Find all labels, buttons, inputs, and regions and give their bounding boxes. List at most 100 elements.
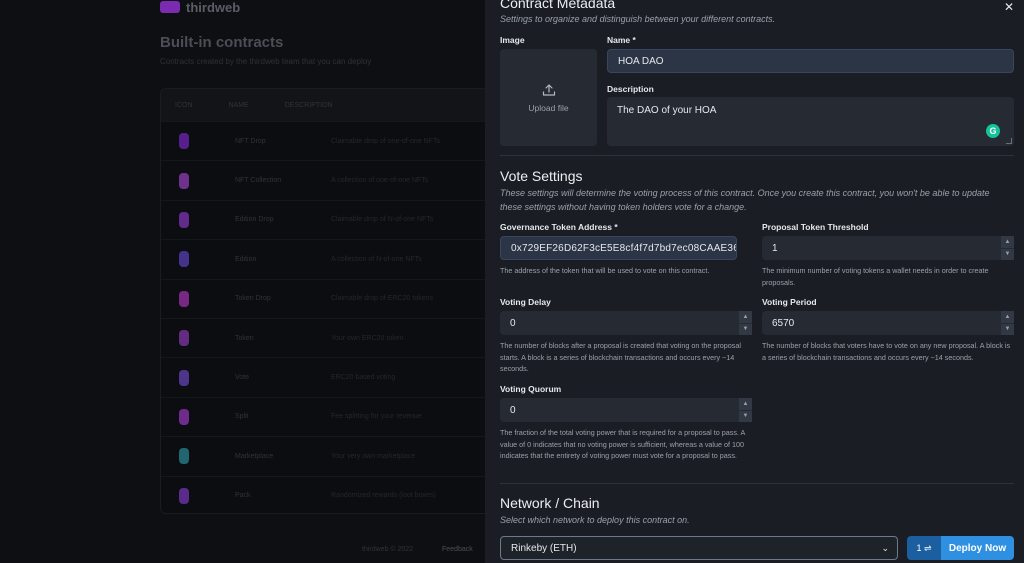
voting-quorum-label: Voting Quorum (500, 384, 562, 394)
footer-copyright: thirdweb © 2022 (362, 546, 414, 553)
metadata-title: Contract Metadata (500, 0, 616, 11)
voting-period-label: Voting Period (762, 297, 817, 307)
decrement-icon[interactable]: ▼ (738, 410, 752, 422)
contract-name: Edition (235, 255, 257, 263)
metadata-description: Settings to organize and distinguish bet… (500, 14, 776, 24)
upload-icon (542, 83, 555, 96)
contract-icon (179, 408, 189, 425)
voting-period-input[interactable]: 6570 ▲ ▼ (762, 311, 1014, 335)
deploy-drawer: ✕ Contract Metadata Settings to organize… (485, 0, 1024, 563)
governance-token-help: The address of the token that will be us… (500, 266, 710, 275)
grammarly-icon[interactable]: G (986, 124, 1000, 138)
governance-token-input[interactable]: 0x729EF26D62F3cE5E8cf4f7d7bd7ec08CAAE36c (500, 236, 737, 260)
increment-icon[interactable]: ▲ (738, 398, 752, 411)
network-selected-value: Rinkeby (ETH) (511, 542, 577, 554)
contract-name: Vote (235, 374, 250, 382)
table-row[interactable]: Edition Drop Claimable drop of N-of-one N… (161, 199, 499, 239)
increment-icon[interactable]: ▲ (1000, 311, 1014, 324)
footer-feedback-link[interactable]: Feedback (442, 546, 473, 553)
table-row[interactable]: Marketplace Your very own marketplace (161, 436, 499, 475)
contract-description: Fee splitting for your revenue (331, 413, 422, 421)
close-icon[interactable]: ✕ (1002, 0, 1016, 14)
governance-token-label: Governance Token Address * (500, 222, 618, 232)
contracts-table: ICON NAME DESCRIPTION NFT Drop Claimable … (160, 88, 500, 514)
voting-quorum-help: The fraction of the total voting power t… (500, 428, 745, 460)
contract-name: Edition Drop (235, 216, 274, 224)
description-label: Description (607, 84, 654, 94)
contract-name: NFT Drop (235, 137, 266, 145)
contract-description: A collection of N-of-one NFTs (331, 255, 422, 263)
contract-description: Randomized rewards (loot boxes) (331, 492, 436, 500)
proposal-threshold-stepper[interactable]: ▲ ▼ (1000, 236, 1014, 260)
network-select[interactable]: Rinkeby (ETH) ⌄ (500, 536, 898, 560)
table-row[interactable]: Token Drop Claimable drop of ERC20 tokens (161, 278, 499, 318)
contract-icon (179, 211, 189, 228)
thirdweb-logo-icon (160, 1, 180, 13)
chevron-down-icon: ⌄ (881, 543, 889, 553)
voting-delay-input[interactable]: 0 ▲ ▼ (500, 311, 752, 335)
brand-name: thirdweb (186, 0, 241, 15)
table-row[interactable]: Pack Randomized rewards (loot boxes) (161, 475, 499, 513)
table-row[interactable]: Token Your own ERC20 token (161, 317, 499, 357)
voting-quorum-stepper[interactable]: ▲ ▼ (738, 398, 752, 422)
decrement-icon[interactable]: ▼ (1000, 323, 1014, 335)
proposal-threshold-value: 1 (772, 242, 778, 254)
resize-handle-icon[interactable] (1006, 138, 1012, 144)
contract-description: ERC20 based voting (331, 374, 396, 382)
vote-settings-title: Vote Settings (500, 168, 583, 184)
section-divider (500, 155, 1014, 156)
table-row[interactable]: Edition A collection of N-of-one NFTs (161, 239, 499, 278)
proposal-threshold-label: Proposal Token Threshold (762, 222, 869, 232)
contract-icon (179, 290, 189, 307)
contract-icon (179, 172, 189, 189)
page-subtitle: Contracts created by the thirdweb team t… (160, 57, 372, 66)
table-row[interactable]: Vote ERC20 based voting (161, 357, 499, 396)
image-label: Image (500, 35, 525, 45)
decrement-icon[interactable]: ▼ (738, 323, 752, 335)
voting-period-stepper[interactable]: ▲ ▼ (1000, 311, 1014, 335)
proposal-threshold-help: The minimum number of voting tokens a wa… (762, 266, 989, 287)
upload-image-dropzone[interactable]: Upload file (500, 49, 597, 146)
contract-icon (179, 330, 189, 347)
contract-description: Your very own marketplace (331, 452, 416, 460)
page-title: Built-in contracts (160, 34, 284, 51)
contract-name: Token Drop (235, 295, 271, 303)
vote-settings-description: These settings will determine the voting… (500, 188, 990, 212)
voting-period-value: 6570 (772, 317, 795, 329)
voting-period-help: The number of blocks that voters have to… (762, 341, 1011, 362)
table-row[interactable]: Split Fee splitting for your revenue (161, 396, 499, 436)
table-header: ICON NAME DESCRIPTION (161, 89, 499, 121)
contract-description: Your own ERC20 token (331, 334, 404, 342)
contract-name: NFT Collection (235, 177, 282, 185)
contract-name: Token (235, 334, 254, 342)
upload-file-label: Upload file (528, 102, 569, 113)
contract-description: Claimable drop of ERC20 tokens (331, 295, 433, 303)
deploy-now-button[interactable]: Deploy Now (941, 536, 1014, 560)
increment-icon[interactable]: ▲ (1000, 236, 1014, 249)
network-title: Network / Chain (500, 495, 600, 511)
contract-description: Claimable drop of N-of-one NFTs (331, 216, 434, 224)
name-label: Name * (607, 35, 636, 45)
section-divider (500, 483, 1014, 484)
proposal-threshold-input[interactable]: 1 ▲ ▼ (762, 236, 1014, 260)
table-row[interactable]: NFT Drop Claimable drop of one-of-one NFT… (161, 121, 499, 160)
chain-switch-button[interactable]: 1 ⇌ (907, 536, 941, 560)
voting-quorum-value: 0 (510, 404, 516, 416)
name-input[interactable]: HOA DAO (607, 49, 1014, 73)
network-description: Select which network to deploy this cont… (500, 515, 690, 525)
voting-quorum-input[interactable]: 0 ▲ ▼ (500, 398, 752, 422)
contract-icon (179, 487, 189, 504)
contract-icon (179, 369, 189, 386)
description-textarea[interactable]: The DAO of your HOA G (607, 97, 1014, 146)
increment-icon[interactable]: ▲ (738, 311, 752, 324)
contract-name: Pack (235, 492, 251, 500)
contract-icon (179, 133, 189, 150)
voting-delay-value: 0 (510, 317, 516, 329)
contract-name: Split (235, 413, 249, 421)
voting-delay-help: The number of blocks after a proposal is… (500, 341, 741, 373)
column-header-description: DESCRIPTION (284, 101, 333, 109)
voting-delay-stepper[interactable]: ▲ ▼ (738, 311, 752, 335)
table-row[interactable]: NFT Collection A collection of one-of-one… (161, 160, 499, 199)
decrement-icon[interactable]: ▼ (1000, 248, 1014, 260)
contract-description: Claimable drop of one-of-one NFTs (331, 137, 440, 145)
